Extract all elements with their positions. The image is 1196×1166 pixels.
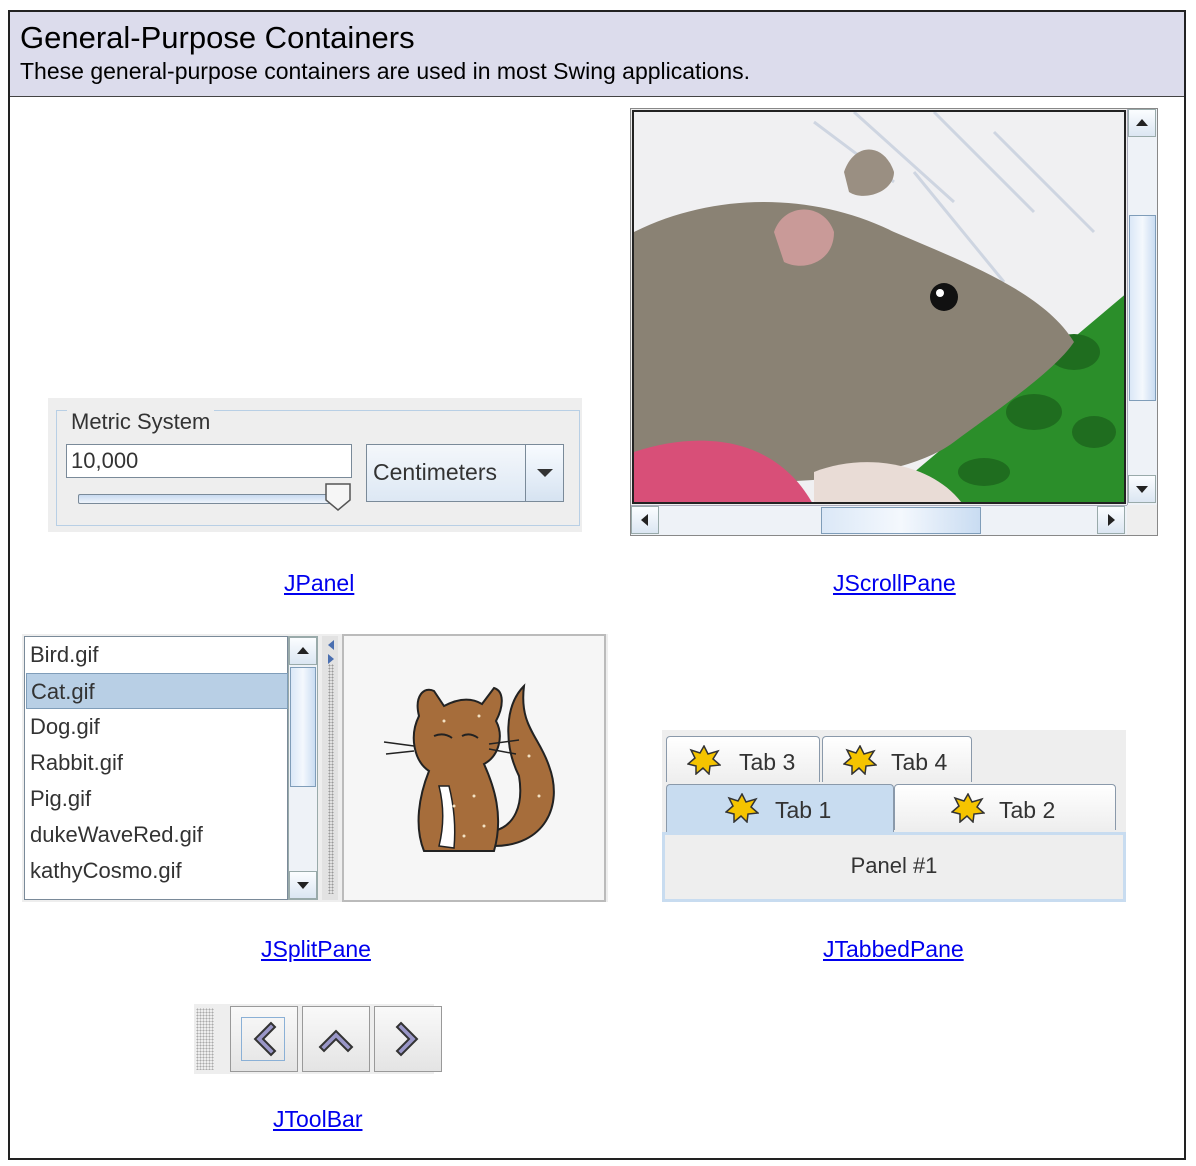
- chevron-up-icon: [1136, 119, 1148, 126]
- scroll-right-button[interactable]: [1097, 506, 1125, 534]
- toolbar-grip[interactable]: [196, 1008, 214, 1070]
- jpanel-demo: Metric System 10,000 Centimeters: [48, 398, 582, 532]
- scroll-up-button[interactable]: [1128, 109, 1156, 137]
- jtoolbar-demo: [194, 1004, 442, 1074]
- jpanel-link[interactable]: JPanel: [284, 570, 354, 597]
- section-header: General-Purpose Containers These general…: [10, 12, 1184, 97]
- split-divider[interactable]: [322, 636, 338, 900]
- list-item[interactable]: kathyCosmo.gif: [26, 853, 288, 889]
- chevron-left-icon: [641, 514, 648, 526]
- list-item[interactable]: Dog.gif: [26, 709, 288, 745]
- star-icon: [951, 793, 985, 823]
- file-list[interactable]: Bird.gif Cat.gif Dog.gif Rabbit.gif Pig.…: [24, 636, 288, 900]
- list-item[interactable]: Bird.gif: [26, 637, 288, 673]
- unit-combo[interactable]: Centimeters: [366, 444, 564, 502]
- vertical-scrollbar[interactable]: [1127, 109, 1157, 505]
- jscrollpane-link[interactable]: JScrollPane: [833, 570, 956, 597]
- tab-1-label: Tab 1: [775, 797, 832, 823]
- rat-image: [634, 112, 1124, 502]
- tab-content-panel: Panel #1: [662, 832, 1126, 902]
- value-field[interactable]: 10,000: [66, 444, 352, 478]
- tab-3-label: Tab 3: [739, 749, 796, 775]
- chevron-right-icon: [1108, 514, 1115, 526]
- chevron-down-icon[interactable]: [525, 445, 563, 501]
- jsplitpane-link[interactable]: JSplitPane: [261, 936, 371, 963]
- jsplitpane-demo: Bird.gif Cat.gif Dog.gif Rabbit.gif Pig.…: [22, 634, 608, 902]
- image-preview-panel: [342, 634, 606, 902]
- list-item[interactable]: Pig.gif: [26, 781, 288, 817]
- list-scroll-up-button[interactable]: [289, 637, 317, 665]
- chevron-down-icon: [1136, 486, 1148, 493]
- up-button[interactable]: [302, 1006, 370, 1072]
- slider-track[interactable]: [78, 494, 340, 504]
- list-scroll-thumb[interactable]: [290, 667, 316, 787]
- list-item[interactable]: dukeWaveRed.gif: [26, 817, 288, 853]
- list-scroll-down-button[interactable]: [289, 871, 317, 899]
- page-title: General-Purpose Containers: [20, 20, 415, 55]
- back-button[interactable]: [230, 1006, 298, 1072]
- tab-3[interactable]: Tab 3: [666, 736, 820, 782]
- group-legend: Metric System: [67, 409, 215, 435]
- horizontal-scroll-thumb[interactable]: [821, 507, 981, 534]
- jscrollpane-demo: [630, 108, 1158, 536]
- star-icon: [725, 793, 759, 823]
- jtabbedpane-demo: Tab 3 Tab 4 Tab 1 Tab 2 Panel #1: [662, 730, 1126, 902]
- jtabbedpane-link[interactable]: JTabbedPane: [823, 936, 964, 963]
- page-subtitle: These general-purpose containers are use…: [20, 58, 751, 84]
- tab-2[interactable]: Tab 2: [894, 784, 1116, 830]
- star-icon: [843, 745, 877, 775]
- panel-label: Panel #1: [850, 853, 938, 878]
- scroll-left-button[interactable]: [631, 506, 659, 534]
- tab-2-label: Tab 2: [999, 797, 1056, 823]
- star-icon: [687, 745, 721, 775]
- horizontal-scrollbar[interactable]: [631, 505, 1127, 535]
- chevron-down-icon: [297, 882, 309, 889]
- jtoolbar-link[interactable]: JToolBar: [273, 1106, 362, 1133]
- list-item-selected[interactable]: Cat.gif: [26, 673, 288, 709]
- cat-image: [383, 683, 555, 852]
- list-scrollbar[interactable]: [288, 636, 318, 900]
- tab-4[interactable]: Tab 4: [822, 736, 972, 782]
- tab-1[interactable]: Tab 1: [666, 784, 894, 834]
- up-icon: [318, 1029, 354, 1053]
- forward-button[interactable]: [374, 1006, 442, 1072]
- slider-thumb[interactable]: [324, 482, 352, 512]
- back-icon: [253, 1021, 277, 1057]
- forward-icon: [395, 1021, 419, 1057]
- unit-combo-value: Centimeters: [373, 459, 497, 485]
- scroll-viewport: [632, 110, 1126, 504]
- scroll-down-button[interactable]: [1128, 475, 1156, 503]
- tab-4-label: Tab 4: [891, 749, 948, 775]
- chevron-up-icon: [297, 647, 309, 654]
- vertical-scroll-thumb[interactable]: [1129, 215, 1156, 401]
- list-item[interactable]: Rabbit.gif: [26, 745, 288, 781]
